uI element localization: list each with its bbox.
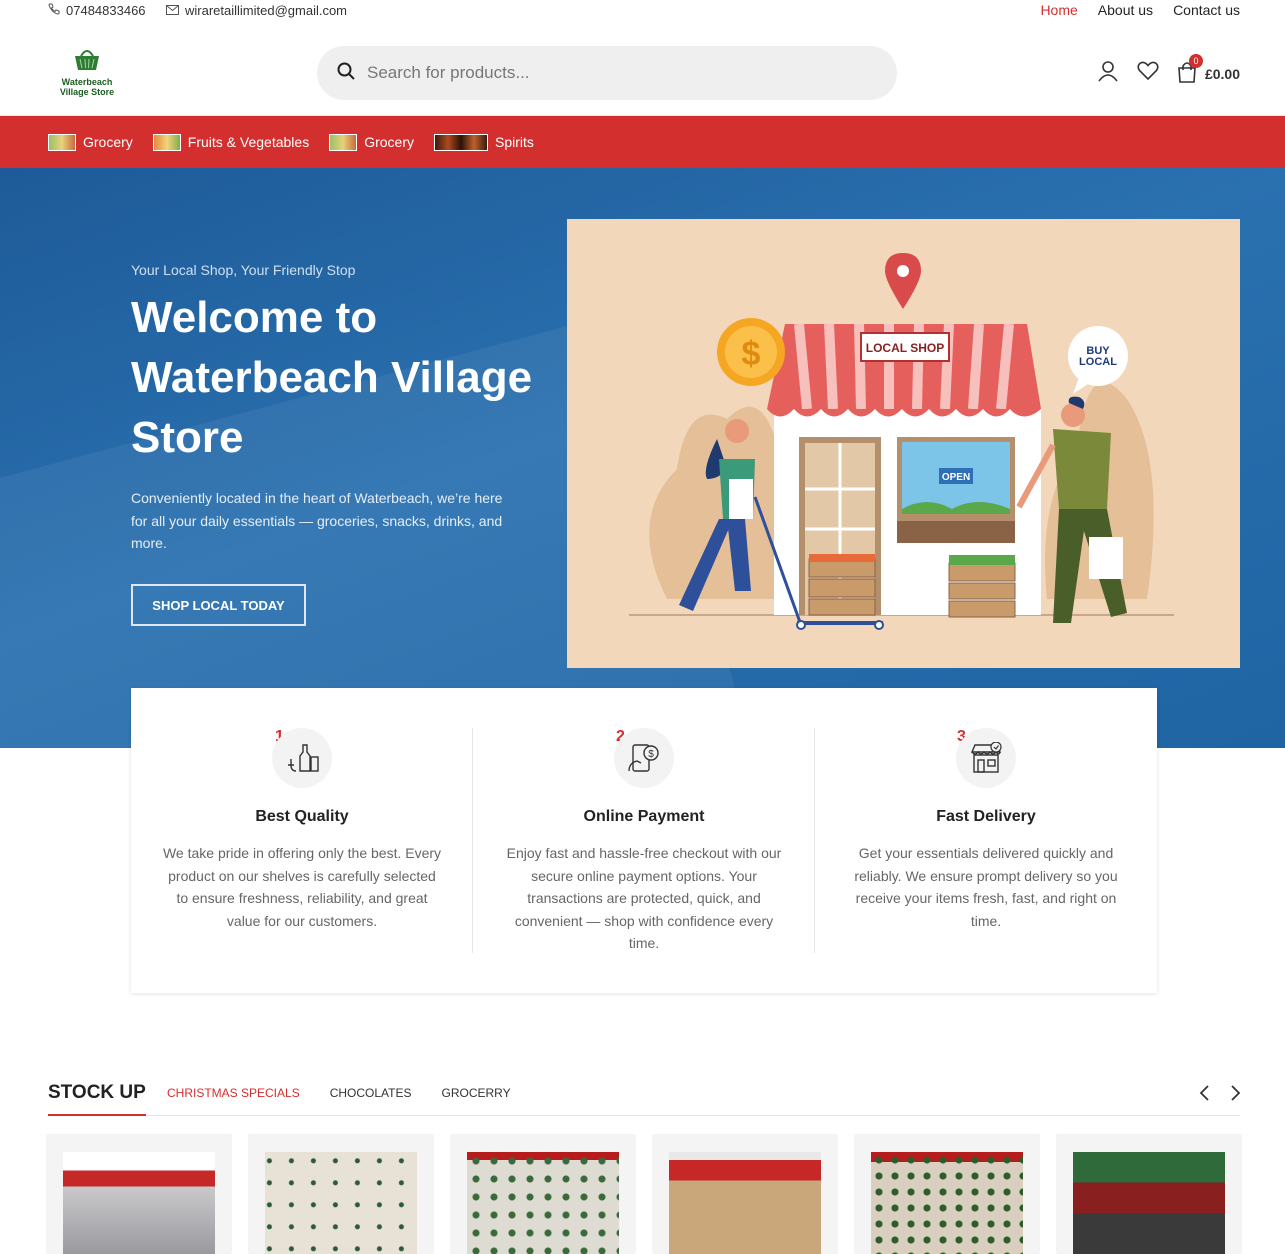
product-image[interactable] — [265, 1152, 417, 1254]
feature-text: We take pride in offering only the best.… — [162, 845, 442, 929]
category-label: Fruits & Vegetables — [187, 134, 310, 150]
svg-text:$: $ — [648, 749, 654, 760]
cart-total: £0.00 — [1204, 65, 1240, 82]
mail-icon — [166, 3, 179, 18]
site-logo[interactable]: Waterbeach Village Store — [56, 46, 118, 98]
nav-home[interactable]: Home — [1040, 2, 1077, 18]
product-image[interactable] — [467, 1152, 619, 1254]
chevron-right-icon[interactable] — [1228, 1084, 1242, 1108]
category-grocery[interactable]: Grocery — [48, 133, 133, 151]
nav-contact-us[interactable]: Contact us — [1173, 2, 1240, 18]
feature-text: Get your essentials delivered quickly an… — [854, 845, 1118, 929]
phone-number: 07484833466 — [66, 3, 146, 18]
email-contact[interactable]: wiraretaillimited@gmail.com — [166, 3, 347, 18]
category-thumbnail — [434, 133, 488, 151]
phone-contact[interactable]: 07484833466 — [48, 3, 146, 18]
category-label: Grocery — [83, 134, 133, 150]
category-thumbnail — [152, 133, 181, 151]
category-spirits[interactable]: Spirits — [434, 133, 534, 151]
hero-subtitle: Your Local Shop, Your Friendly Stop — [131, 262, 356, 278]
product-card[interactable] — [450, 1134, 636, 1254]
feature-title: Best Quality — [255, 808, 349, 825]
email-address: wiraretaillimited@gmail.com — [185, 3, 348, 18]
local-shop-illustration: LOCAL SHOP $ BUY LOCAL OPEN — [567, 219, 1240, 668]
svg-text:$: $ — [742, 335, 761, 373]
cart-count-badge: 0 — [1188, 54, 1203, 68]
product-card[interactable] — [652, 1134, 838, 1254]
phone-icon — [48, 3, 60, 18]
hero-title: Welcome to Waterbeach Village Store — [131, 293, 533, 462]
search-bar — [317, 46, 897, 100]
category-label: Grocery — [364, 134, 414, 150]
category-grocery-2[interactable]: Grocery — [329, 133, 414, 151]
feature-best-quality: 1. Best Quality We take pride in offerin… — [131, 688, 473, 993]
logo-line-2: Village Store — [59, 87, 115, 97]
top-bar: 07484833466 wiraretaillimited@gmail.com … — [0, 0, 1285, 22]
tab-christmas-specials[interactable]: CHRISTMAS SPECIALS — [167, 1086, 300, 1100]
mobile-payment-icon: $ — [614, 728, 674, 788]
feature-text: Enjoy fast and hassle-free checkout with… — [506, 845, 782, 951]
feature-online-payment: 2. $ Online Payment Enjoy fast and hassl… — [473, 688, 815, 993]
header-actions: 0 £0.00 — [1097, 54, 1240, 87]
site-header: Waterbeach Village Store 0 £0.00 — [0, 22, 1285, 116]
product-card[interactable] — [1056, 1134, 1242, 1254]
feature-fast-delivery: 3. Fast Delivery Get your essentials del… — [815, 688, 1157, 993]
search-icon[interactable] — [337, 62, 355, 85]
product-card[interactable] — [46, 1134, 232, 1254]
logo-line-1: Waterbeach — [61, 77, 113, 87]
hero-description: Conveniently located in the heart of Wat… — [131, 490, 503, 551]
features-panel: 1. Best Quality We take pride in offerin… — [131, 688, 1157, 993]
tab-chocolates[interactable]: CHOCOLATES — [330, 1086, 412, 1100]
basket-logo-icon — [72, 50, 102, 76]
bottles-icon — [272, 728, 332, 788]
category-bar: Grocery Fruits & Vegetables Grocery Spir… — [0, 116, 1285, 168]
feature-title: Fast Delivery — [936, 808, 1036, 825]
cart-button[interactable]: 0 £0.00 — [1177, 54, 1240, 86]
search-input[interactable] — [367, 63, 847, 83]
shop-local-button[interactable]: SHOP LOCAL TODAY — [131, 584, 306, 626]
stock-up-section-header: STOCK UP CHRISTMAS SPECIALS CHOCOLATES G… — [48, 1080, 1242, 1116]
tab-grocerry[interactable]: GROCERRY — [442, 1086, 511, 1100]
illustration-sign-text: LOCAL SHOP — [866, 341, 944, 355]
product-image[interactable] — [1073, 1152, 1225, 1254]
product-image[interactable] — [669, 1152, 821, 1254]
category-thumbnail — [329, 133, 358, 151]
hero-section: Your Local Shop, Your Friendly Stop Welc… — [0, 168, 1285, 748]
chevron-left-icon[interactable] — [1198, 1084, 1212, 1108]
stock-up-title: STOCK UP — [48, 1082, 146, 1116]
illustration-bubble-text-2: LOCAL — [1079, 356, 1117, 368]
top-nav: Home About us Contact us — [1040, 2, 1240, 18]
category-label: Spirits — [495, 134, 534, 150]
account-icon[interactable] — [1097, 60, 1119, 87]
feature-title: Online Payment — [583, 808, 705, 825]
illustration-open-sign: OPEN — [942, 472, 970, 483]
product-image[interactable] — [63, 1152, 215, 1254]
wishlist-heart-icon[interactable] — [1137, 61, 1159, 86]
nav-about-us[interactable]: About us — [1098, 2, 1153, 18]
category-fruits-vegetables[interactable]: Fruits & Vegetables — [152, 133, 310, 151]
storefront-icon — [956, 728, 1016, 788]
product-card[interactable] — [248, 1134, 434, 1254]
category-thumbnail — [48, 133, 76, 151]
product-card[interactable] — [854, 1134, 1040, 1254]
product-image[interactable] — [871, 1152, 1023, 1254]
product-tabs: CHRISTMAS SPECIALS CHOCOLATES GROCERRY — [167, 1086, 511, 1100]
product-carousel — [46, 1134, 1242, 1254]
